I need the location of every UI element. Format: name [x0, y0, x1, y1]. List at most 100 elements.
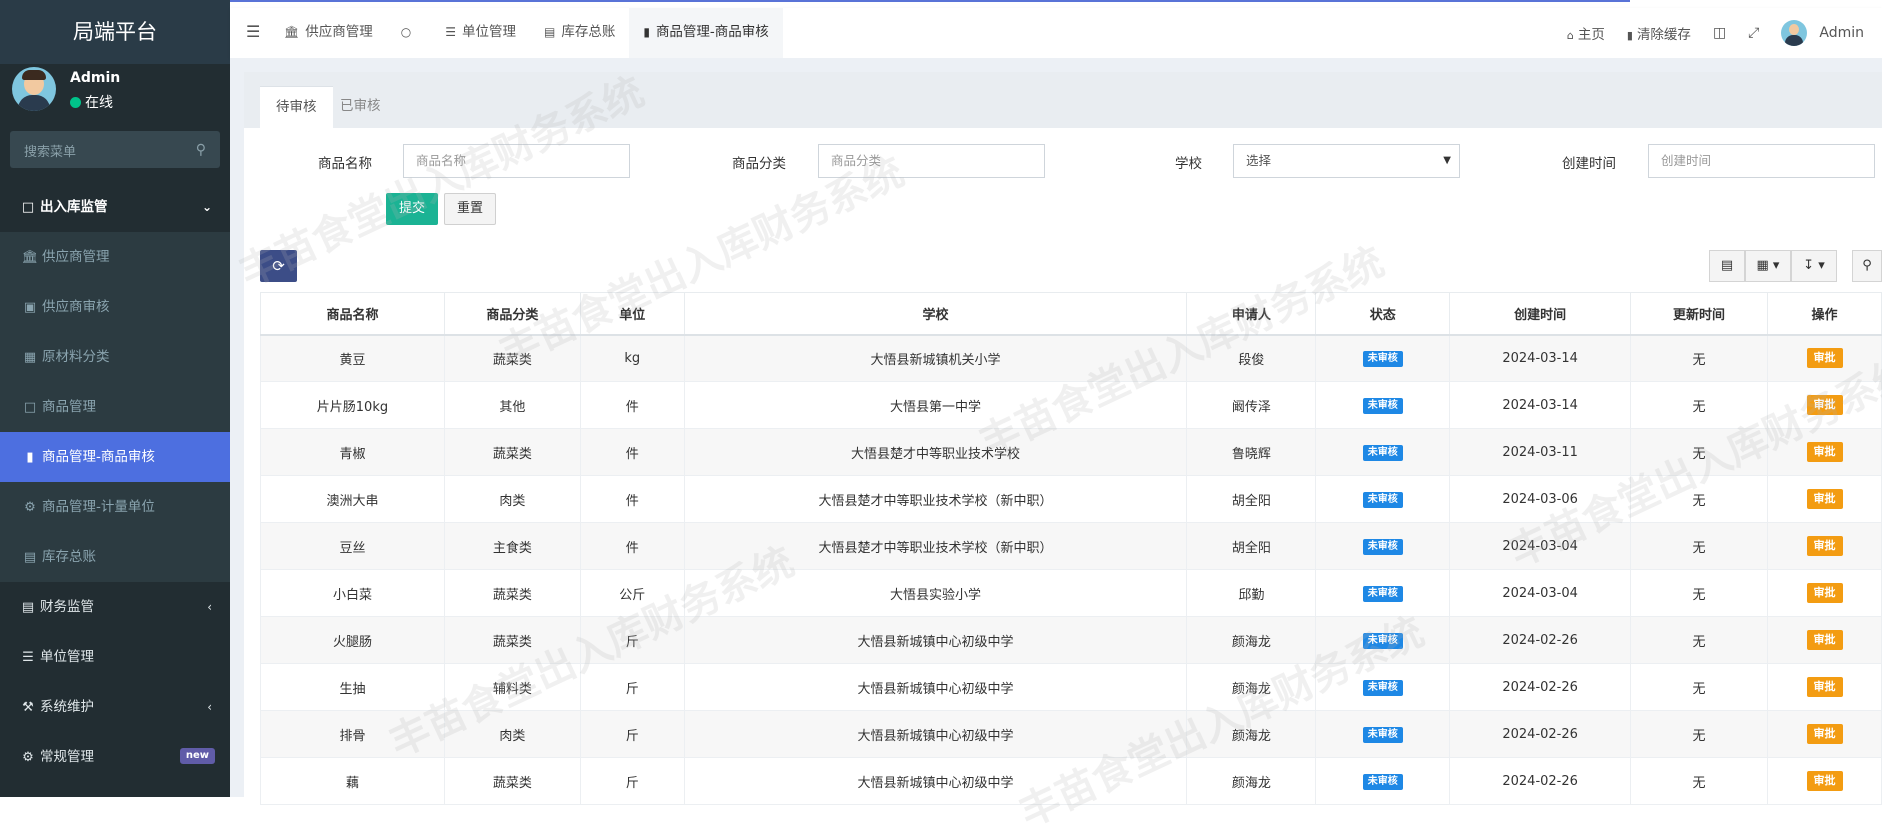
column-header[interactable]: 状态 [1315, 292, 1451, 336]
header-user-name[interactable]: Admin [1819, 25, 1864, 41]
created-time-input[interactable]: 创建时间 [1648, 144, 1875, 178]
folder-open-icon: □ [21, 200, 35, 215]
table-cell: 2024-03-06 [1449, 475, 1632, 523]
sidebar-item-material-category[interactable]: ▦ 原材料分类 [0, 332, 230, 382]
fullscreen-icon[interactable]: ⤢ [1748, 25, 1759, 41]
list-icon: ☰ [22, 650, 34, 665]
table-cell: 斤 [579, 663, 685, 711]
menu-toggle-icon[interactable]: ☰ [246, 22, 260, 41]
sidebar-item-supplier-audit[interactable]: ▣ 供应商审核 [0, 282, 230, 332]
table-row[interactable]: 小白菜 蔬菜类 公斤 大悟县实验小学 邱勤 未审核 2024-03-04 无 审批 [260, 569, 1882, 617]
table-cell: 审批 [1767, 475, 1882, 523]
column-header[interactable]: 申请人 [1186, 292, 1317, 336]
sidebar-item-stock-ledger[interactable]: ▤ 库存总账 [0, 532, 230, 582]
clear-cache-link[interactable]: ▮ 清除缓存 [1627, 23, 1691, 43]
sidebar-item-system[interactable]: ⚒ 系统维护 ‹ [0, 682, 230, 732]
tab-stock-ledger[interactable]: ▤ 库存总账 [530, 8, 629, 58]
table-search-button[interactable]: ⚲ [1852, 250, 1882, 282]
approve-button[interactable]: 审批 [1806, 630, 1843, 650]
column-header[interactable]: 操作 [1767, 292, 1882, 336]
tab-goods-audit[interactable]: ▮ 商品管理-商品审核 [629, 8, 783, 58]
sidebar-item-goods-unit[interactable]: ⚙ 商品管理-计量单位 [0, 482, 230, 532]
table-cell: 肉类 [443, 475, 581, 523]
menu-search[interactable]: 搜索菜单 ⚲ [10, 131, 220, 168]
status-badge: 未审核 [1362, 444, 1403, 461]
app-logo-title: 局端平台 [0, 0, 230, 64]
goods-name-input[interactable]: 商品名称 [403, 144, 630, 178]
reset-button[interactable]: 重置 [444, 193, 496, 225]
table-cell: 公斤 [579, 569, 685, 617]
table-cell: 审批 [1767, 569, 1882, 617]
approve-button[interactable]: 审批 [1806, 348, 1843, 369]
table-cell: 2024-03-14 [1449, 334, 1632, 382]
table-cell: 豆丝 [260, 522, 445, 570]
submit-button[interactable]: 提交 [386, 193, 438, 225]
sidebar-item-goods[interactable]: □ 商品管理 [0, 382, 230, 432]
school-select[interactable]: 选择 ▼ [1233, 144, 1460, 178]
tab-supplier[interactable]: 🏛 供应商管理 [270, 8, 387, 58]
approve-button[interactable]: 审批 [1806, 677, 1843, 697]
table-cell: 无 [1630, 757, 1768, 805]
tab-pending[interactable]: 待审核 [260, 86, 333, 128]
table-cell: 2024-02-26 [1449, 710, 1632, 758]
header-avatar[interactable] [1781, 20, 1808, 46]
loading-bar-fill [130, 0, 1630, 2]
table-cell: 无 [1630, 710, 1768, 758]
cog-icon: ⚙ [24, 500, 36, 515]
sidebar-item-goods-audit[interactable]: ▮ 商品管理-商品审核 [0, 432, 230, 482]
search-icon[interactable]: ⚲ [196, 142, 206, 158]
table-cell: 无 [1630, 334, 1768, 382]
column-header[interactable]: 创建时间 [1449, 292, 1632, 336]
table-cell: 无 [1630, 569, 1768, 617]
sidebar-item-supplier[interactable]: 🏛 供应商管理 [0, 232, 230, 282]
tab-unit[interactable]: ☰ 单位管理 [431, 8, 530, 58]
refresh-button[interactable]: ⟳ [260, 250, 297, 282]
approve-button[interactable]: 审批 [1806, 583, 1843, 603]
approve-button[interactable]: 审批 [1806, 395, 1843, 415]
top-loading-bar [0, 0, 1882, 2]
sidebar-item-unit[interactable]: ☰ 单位管理 [0, 632, 230, 682]
sidebar-item-general[interactable]: ⚙ 常规管理 new [0, 732, 230, 782]
approve-button[interactable]: 审批 [1806, 724, 1843, 744]
table-row[interactable]: 青椒 蔬菜类件大悟县楚才中等职业技术学校 鲁晓辉 未审核 2024-03-11 无 审批 [260, 428, 1882, 476]
sidebar-item-finance[interactable]: ▤ 财务监管 ‹ [0, 582, 230, 632]
created-time-label: 创建时间 [1562, 156, 1616, 172]
table-row[interactable]: 火腿肠 蔬菜类斤大悟县新城镇中心初级中学 颜海龙 未审核 2024-02-26 无 审批 [260, 616, 1882, 664]
search-input[interactable]: 搜索菜单 [24, 141, 76, 160]
columns-button[interactable]: ▦ ▾ [1745, 250, 1791, 282]
approve-button[interactable]: 审批 [1806, 489, 1843, 509]
column-header[interactable]: 学校 [683, 292, 1188, 336]
goods-category-input[interactable]: 商品分类 [818, 144, 1045, 178]
tab-circle[interactable]: ○ [387, 8, 431, 58]
sidebar-group-inout[interactable]: □ 出入库监管 ⌄ [0, 182, 230, 232]
table-row[interactable]: 黄豆 蔬菜类 kg 大悟县新城镇机关小学 段俊 未审核 2024-03-14 无 审批 [260, 334, 1882, 382]
table-row[interactable]: 澳洲大串 肉类件大悟县楚才中等职业技术学校（新中职） 胡全阳 未审核 2024-03-0… [260, 475, 1882, 523]
table-row[interactable]: 排骨 肉类斤大悟县新城镇中心初级中学 颜海龙 未审核 2024-02-26 无 审批 [260, 710, 1882, 758]
table-cell: 斤 [579, 616, 685, 664]
approve-button[interactable]: 审批 [1806, 442, 1843, 462]
toggle-view-button[interactable]: ▤ [1709, 250, 1745, 282]
column-header[interactable]: 商品分类 [443, 292, 581, 336]
table-row[interactable]: 豆丝 主食类件大悟县楚才中等职业技术学校（新中职） 胡全阳 未审核 2024-03-04… [260, 522, 1882, 570]
approve-button[interactable]: 审批 [1806, 536, 1843, 556]
column-header[interactable]: 单位 [579, 292, 685, 336]
table-cell: 藕 [260, 757, 445, 805]
column-header[interactable]: 更新时间 [1630, 292, 1768, 336]
goods-name-label: 商品名称 [318, 156, 372, 172]
column-header[interactable]: 商品名称 [260, 292, 445, 336]
table-row[interactable]: 藕蔬菜类斤大悟县新城镇中心初级中学 颜海龙 未审核 2024-02-26 无 审批 [260, 757, 1882, 805]
approve-button[interactable]: 审批 [1806, 771, 1843, 791]
tab-done[interactable]: 已审核 [324, 86, 397, 128]
export-button[interactable]: ↧ ▾ [1791, 250, 1837, 282]
table-cell: 火腿肠 [260, 616, 445, 664]
sidebar-submenu: 🏛 供应商管理 ▣ 供应商审核 ▦ 原材料分类 □ 商品管理 ▮ 商品管理-商品审核 ⚙ 商… [0, 232, 230, 582]
table-row[interactable]: 片片肠10kg 其他件大悟县第一中学 阚传泽 未审核 2024-03-14 无 审批 [260, 381, 1882, 429]
table-cell: 颜海龙 [1186, 710, 1317, 758]
table-cell: 未审核 [1315, 710, 1451, 758]
table-cell: 颜海龙 [1186, 663, 1317, 711]
home-link[interactable]: ⌂ 主页 [1567, 23, 1605, 43]
table-cell: 大悟县新城镇中心初级中学 [683, 616, 1188, 664]
table-cell: 辅料类 [443, 663, 581, 711]
table-row[interactable]: 生抽 辅料类斤大悟县新城镇中心初级中学 颜海龙 未审核 2024-02-26 无 审批 [260, 663, 1882, 711]
translate-icon[interactable]: ◫ [1713, 25, 1726, 41]
